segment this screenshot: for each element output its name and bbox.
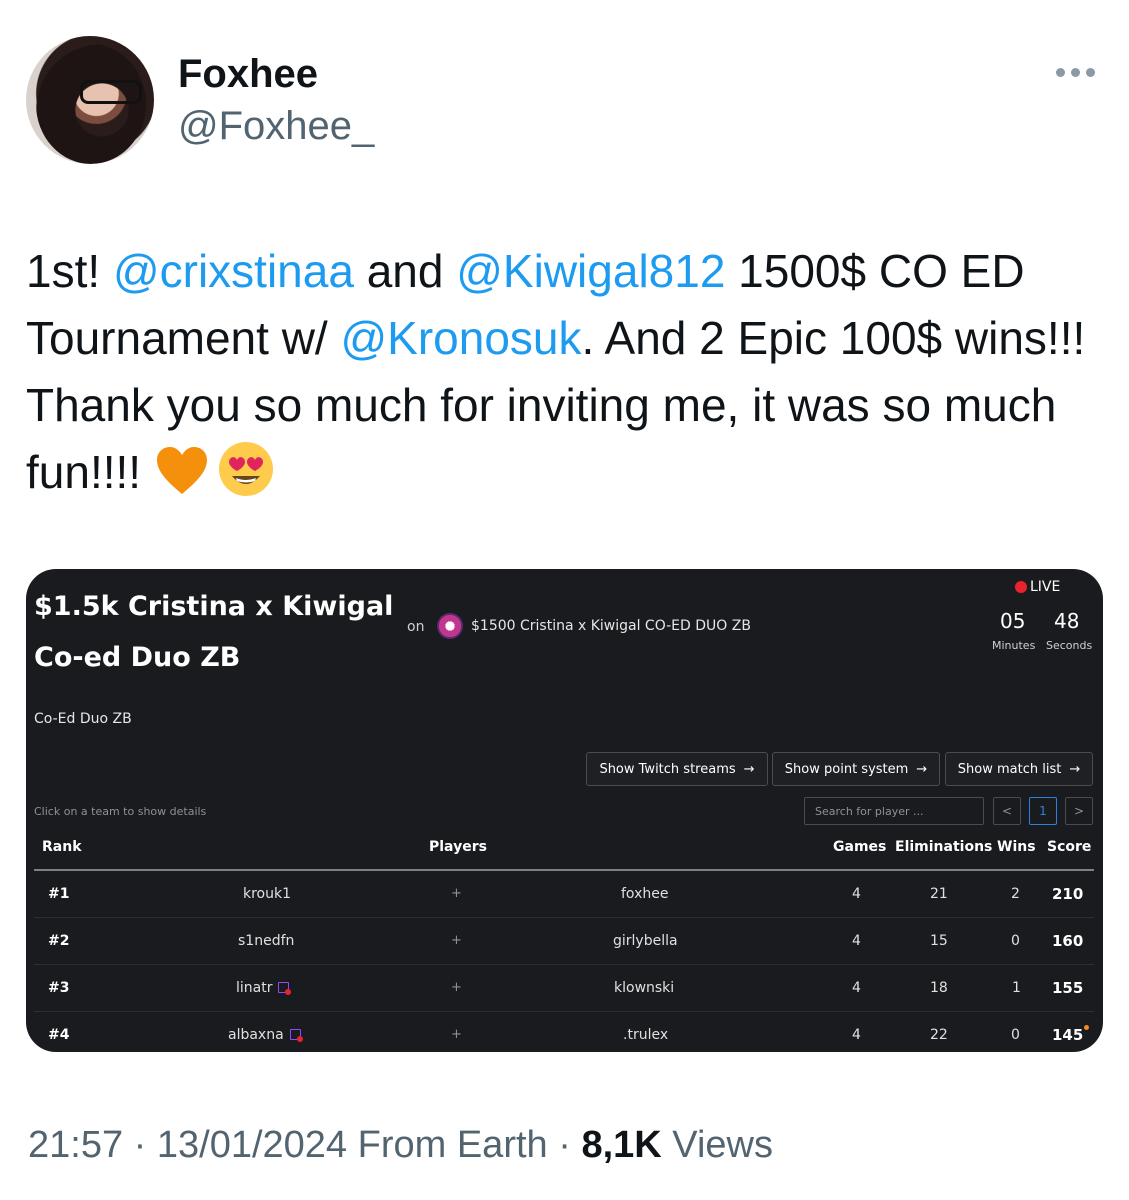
display-name[interactable]: Foxhee xyxy=(178,52,318,97)
row-games: 4 xyxy=(852,886,861,902)
header-games: Games xyxy=(833,839,887,855)
timer-seconds: 48 xyxy=(1054,609,1080,633)
row-games: 4 xyxy=(852,933,861,949)
row-player-1-name: albaxna xyxy=(228,1027,284,1043)
notification-dot-icon xyxy=(1084,1025,1090,1030)
show-twitch-streams-button[interactable]: Show Twitch streams → xyxy=(586,752,768,786)
table-row[interactable]: #2 s1nedfn + girlybella 4 15 0 160 xyxy=(34,918,1094,965)
header-eliminations: Eliminations xyxy=(895,839,993,855)
row-plus: + xyxy=(451,1027,462,1042)
row-rank: #1 xyxy=(48,886,70,902)
event-logo-icon xyxy=(437,613,463,639)
more-options-icon[interactable] xyxy=(1056,60,1100,84)
header-players: Players xyxy=(429,839,487,855)
show-match-list-button[interactable]: Show match list → xyxy=(945,752,1093,786)
row-wins: 0 xyxy=(1011,933,1020,949)
header-rank: Rank xyxy=(42,839,82,855)
heart-eyes-face-icon xyxy=(219,442,274,496)
row-plus: + xyxy=(451,980,462,995)
arrow-right-icon: → xyxy=(1069,761,1081,777)
show-point-system-button[interactable]: Show point system → xyxy=(772,752,940,786)
row-player-1: krouk1 xyxy=(243,886,292,902)
player-search-input[interactable]: Search for player ... xyxy=(804,797,984,825)
live-dot-icon xyxy=(1015,581,1027,593)
pagination-page-1[interactable]: 1 xyxy=(1029,797,1057,825)
header-score: Score xyxy=(1047,839,1092,855)
tournament-title-line2: Co-ed Duo ZB xyxy=(34,642,241,673)
orange-heart-icon xyxy=(157,447,208,494)
tweet-text-part: 1st! xyxy=(26,245,113,297)
tournament-leaderboard-card[interactable]: $1.5k Cristina x Kiwigal Co-ed Duo ZB on… xyxy=(26,569,1103,1052)
avatar-hair xyxy=(36,44,146,164)
row-player-1: linatr xyxy=(236,965,292,1011)
row-eliminations: 18 xyxy=(930,980,948,996)
row-player-1: albaxna xyxy=(228,1012,303,1052)
row-rank: #3 xyxy=(48,980,70,996)
row-player-1: s1nedfn xyxy=(238,933,295,949)
table-row[interactable]: #4 albaxna + .trulex 4 22 0 145 xyxy=(34,1012,1094,1052)
row-games: 4 xyxy=(852,980,861,996)
row-player-2: girlybella xyxy=(613,933,678,949)
views-count: 8,1K xyxy=(581,1124,662,1166)
row-wins: 1 xyxy=(1012,980,1021,996)
pagination-next-button[interactable]: > xyxy=(1065,797,1093,825)
row-player-2: klownski xyxy=(614,980,675,996)
show-point-system-label: Show point system xyxy=(784,761,909,777)
twitch-live-icon[interactable] xyxy=(278,982,292,995)
live-indicator: LIVE xyxy=(1015,579,1060,595)
arrow-right-icon: → xyxy=(916,761,928,777)
row-score: 155 xyxy=(1052,979,1084,997)
row-player-2: .trulex xyxy=(623,1027,669,1043)
row-eliminations: 21 xyxy=(930,886,948,902)
pagination-prev-button[interactable]: < xyxy=(993,797,1021,825)
row-rank: #2 xyxy=(48,933,70,949)
header-wins: Wins xyxy=(997,839,1036,855)
views-label: Views xyxy=(672,1124,773,1166)
row-score: 160 xyxy=(1052,932,1084,950)
timer-seconds-label: Seconds xyxy=(1046,639,1093,652)
live-label: LIVE xyxy=(1030,579,1061,595)
row-rank: #4 xyxy=(48,1027,70,1043)
tournament-subtitle: Co-Ed Duo ZB xyxy=(34,711,132,727)
team-details-hint: Click on a team to show details xyxy=(34,805,207,818)
table-row[interactable]: #3 linatr + klownski 4 18 1 155 xyxy=(34,965,1094,1012)
tweet-text-part: and xyxy=(353,245,457,297)
avatar[interactable] xyxy=(26,36,154,164)
show-twitch-streams-label: Show Twitch streams xyxy=(599,761,736,777)
table-row[interactable]: #1 krouk1 + foxhee 4 21 2 210 xyxy=(34,871,1094,918)
meta-separator: · xyxy=(123,1124,157,1166)
row-player-2: foxhee xyxy=(621,886,669,902)
row-plus: + xyxy=(451,933,462,948)
on-label: on xyxy=(407,619,425,635)
event-name-link[interactable]: $1500 Cristina x Kiwigal CO-ED DUO ZB xyxy=(471,618,751,634)
row-score-value: 145 xyxy=(1052,1026,1084,1044)
timer-minutes-label: Minutes xyxy=(992,639,1036,652)
row-score: 145 xyxy=(1052,1012,1090,1052)
row-wins: 2 xyxy=(1011,886,1020,902)
avatar-glasses xyxy=(80,80,142,104)
tournament-title-line1: $1.5k Cristina x Kiwigal xyxy=(34,591,394,622)
tournament-title: $1.5k Cristina x Kiwigal Co-ed Duo ZB xyxy=(34,581,393,683)
twitch-live-icon[interactable] xyxy=(289,1029,303,1042)
tweet-meta: 21:57 · 13/01/2024 From Earth · 8,1K Vie… xyxy=(28,1124,773,1167)
mention-kronosuk[interactable]: @Kronosuk xyxy=(340,312,581,364)
mention-kiwigal812[interactable]: @Kiwigal812 xyxy=(456,245,725,297)
tweet-time[interactable]: 21:57 xyxy=(28,1124,123,1166)
row-games: 4 xyxy=(852,1027,861,1043)
tweet-source: From Earth xyxy=(357,1124,548,1166)
row-wins: 0 xyxy=(1011,1027,1020,1043)
row-score: 210 xyxy=(1052,885,1084,903)
meta-separator: · xyxy=(547,1124,582,1166)
show-match-list-label: Show match list xyxy=(957,761,1062,777)
arrow-right-icon: → xyxy=(743,761,755,777)
row-eliminations: 15 xyxy=(930,933,948,949)
row-eliminations: 22 xyxy=(930,1027,948,1043)
tweet-date[interactable]: 13/01/2024 xyxy=(157,1124,347,1166)
row-player-1-name: linatr xyxy=(236,980,273,996)
user-handle[interactable]: @Foxhee_ xyxy=(178,104,374,149)
row-plus: + xyxy=(451,886,462,901)
timer-minutes: 05 xyxy=(1000,609,1026,633)
mention-crixstinaa[interactable]: @crixstinaa xyxy=(113,245,354,297)
tweet-text: 1st! @crixstinaa and @Kiwigal812 1500$ C… xyxy=(26,238,1106,506)
